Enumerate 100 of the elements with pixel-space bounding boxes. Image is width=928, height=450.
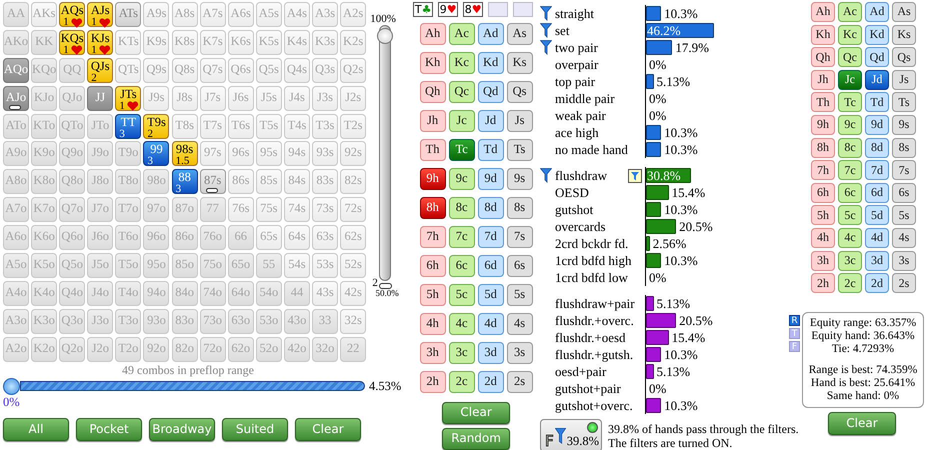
range-cell[interactable]: A5o <box>3 253 29 278</box>
range-cell[interactable]: T8s <box>172 114 198 139</box>
range-cell[interactable]: K3o <box>31 308 58 334</box>
range-cell[interactable]: 82o <box>172 336 198 362</box>
equity-tab[interactable]: R <box>789 315 800 326</box>
card-button[interactable]: Kd <box>478 52 504 74</box>
range-cell[interactable]: 73o <box>200 308 226 334</box>
range-cell[interactable]: AA <box>3 2 29 27</box>
range-cell[interactable]: J8s <box>172 86 198 111</box>
range-cell[interactable]: 42o <box>284 336 310 362</box>
card-button[interactable]: 5c <box>838 205 862 226</box>
range-cell[interactable]: J6o <box>87 225 114 250</box>
range-cell[interactable]: JTo <box>87 114 114 139</box>
card-button[interactable]: 8s <box>506 197 533 219</box>
range-cell[interactable]: 32o <box>312 336 338 362</box>
card-button[interactable]: 6d <box>865 182 889 203</box>
card-button[interactable]: 5d <box>865 205 889 226</box>
card-button[interactable]: Ad <box>478 23 504 45</box>
card-button[interactable]: Tc <box>838 92 862 112</box>
range-cell[interactable]: 44 <box>284 280 310 306</box>
range-cell[interactable]: J3o <box>87 308 114 334</box>
range-cell[interactable]: A4s <box>284 2 310 27</box>
range-cell[interactable]: 55 <box>256 253 282 278</box>
range-cell[interactable]: J4o <box>87 280 114 306</box>
card-button[interactable]: As <box>506 23 533 45</box>
card-button[interactable]: 4c <box>448 313 475 335</box>
range-cell[interactable]: 83s <box>312 169 338 194</box>
range-cell[interactable]: A7s <box>200 2 226 27</box>
range-cell[interactable]: 96s <box>228 141 254 166</box>
range-cell[interactable]: K6o <box>31 225 58 250</box>
range-cell[interactable]: QQ <box>59 58 86 83</box>
deck-button[interactable]: Random <box>442 428 510 450</box>
range-cell[interactable]: K7o <box>31 197 58 222</box>
range-cell[interactable]: Q3s <box>312 58 338 83</box>
range-cell[interactable]: 42s <box>340 280 366 306</box>
board-card[interactable]: 8♥ <box>463 2 484 17</box>
range-cell[interactable]: 95s <box>256 141 282 166</box>
card-button[interactable]: 5s <box>506 284 533 306</box>
range-cell[interactable]: 96o <box>143 225 170 250</box>
card-button[interactable]: 6c <box>448 255 475 277</box>
range-cell[interactable]: T8o <box>115 169 142 194</box>
range-cell[interactable]: 77 <box>200 197 226 222</box>
range-cell[interactable]: A8o <box>3 169 29 194</box>
card-button[interactable]: Ts <box>506 139 533 161</box>
range-cell[interactable]: A9s <box>143 2 170 27</box>
range-cell[interactable]: 53s <box>312 253 338 278</box>
card-button[interactable]: 6d <box>478 255 504 277</box>
range-cell[interactable]: K8s <box>172 30 198 55</box>
range-cell[interactable]: A7o <box>3 197 29 222</box>
range-cell[interactable]: A3s <box>312 2 338 27</box>
range-cell[interactable]: 22 <box>340 336 366 362</box>
slider-thumb[interactable] <box>377 28 394 44</box>
range-cell[interactable]: A8s <box>172 2 198 27</box>
card-button[interactable]: Tc <box>448 139 475 161</box>
range-cell[interactable]: 97s <box>200 141 226 166</box>
card-button[interactable]: 3d <box>865 250 889 271</box>
card-button[interactable]: 5c <box>448 284 475 306</box>
card-button[interactable]: 8s <box>892 138 916 158</box>
card-button[interactable]: 3c <box>838 250 862 271</box>
range-cell[interactable]: K9o <box>31 141 58 166</box>
range-cell[interactable]: KJo <box>31 86 58 111</box>
card-button[interactable]: 8h <box>420 197 446 219</box>
card-button[interactable]: 2h <box>420 371 446 393</box>
range-cell[interactable]: 87s <box>200 169 226 194</box>
range-button[interactable]: All <box>3 418 69 441</box>
range-cell[interactable]: T6o <box>115 225 142 250</box>
range-cell[interactable]: J7o <box>87 197 114 222</box>
range-cell[interactable]: Q4o <box>59 280 86 306</box>
card-button[interactable]: 4d <box>478 313 504 335</box>
range-cell[interactable]: A4o <box>3 280 29 306</box>
range-cell[interactable]: A6o <box>3 225 29 250</box>
range-cell[interactable]: 64s <box>284 225 310 250</box>
card-button[interactable]: Jc <box>448 110 475 132</box>
range-cell[interactable]: Q9o <box>59 141 86 166</box>
card-button[interactable]: Qh <box>420 81 446 103</box>
range-cell[interactable]: 33 <box>312 308 338 334</box>
range-cell[interactable]: 43s <box>312 280 338 306</box>
range-cell[interactable]: A5s <box>256 2 282 27</box>
range-cell[interactable]: A6s <box>228 2 254 27</box>
range-button[interactable]: Clear <box>295 418 361 441</box>
card-button[interactable]: 8c <box>448 197 475 219</box>
range-cell[interactable]: 74o <box>200 280 226 306</box>
range-cell[interactable]: 76o <box>200 225 226 250</box>
range-cell[interactable]: 88 3 <box>172 169 198 194</box>
range-cell[interactable]: 97o <box>143 197 170 222</box>
range-cell[interactable]: K6s <box>228 30 254 55</box>
range-cell[interactable]: 98o <box>143 169 170 194</box>
range-cell[interactable]: QTo <box>59 114 86 139</box>
card-button[interactable]: Jd <box>865 70 889 90</box>
card-button[interactable]: 3s <box>506 342 533 364</box>
equity-tab[interactable]: F <box>789 341 800 352</box>
card-button[interactable]: 7s <box>892 160 916 180</box>
range-cell[interactable]: 75o <box>200 253 226 278</box>
range-cell[interactable]: 54o <box>256 280 282 306</box>
range-cell[interactable]: KQo <box>31 58 58 83</box>
card-button[interactable]: 5s <box>892 205 916 226</box>
board-card[interactable]: 9♥ <box>438 2 458 17</box>
range-cell[interactable]: Q9s <box>143 58 170 83</box>
range-cell[interactable]: T5o <box>115 253 142 278</box>
range-cell[interactable]: 87o <box>172 197 198 222</box>
